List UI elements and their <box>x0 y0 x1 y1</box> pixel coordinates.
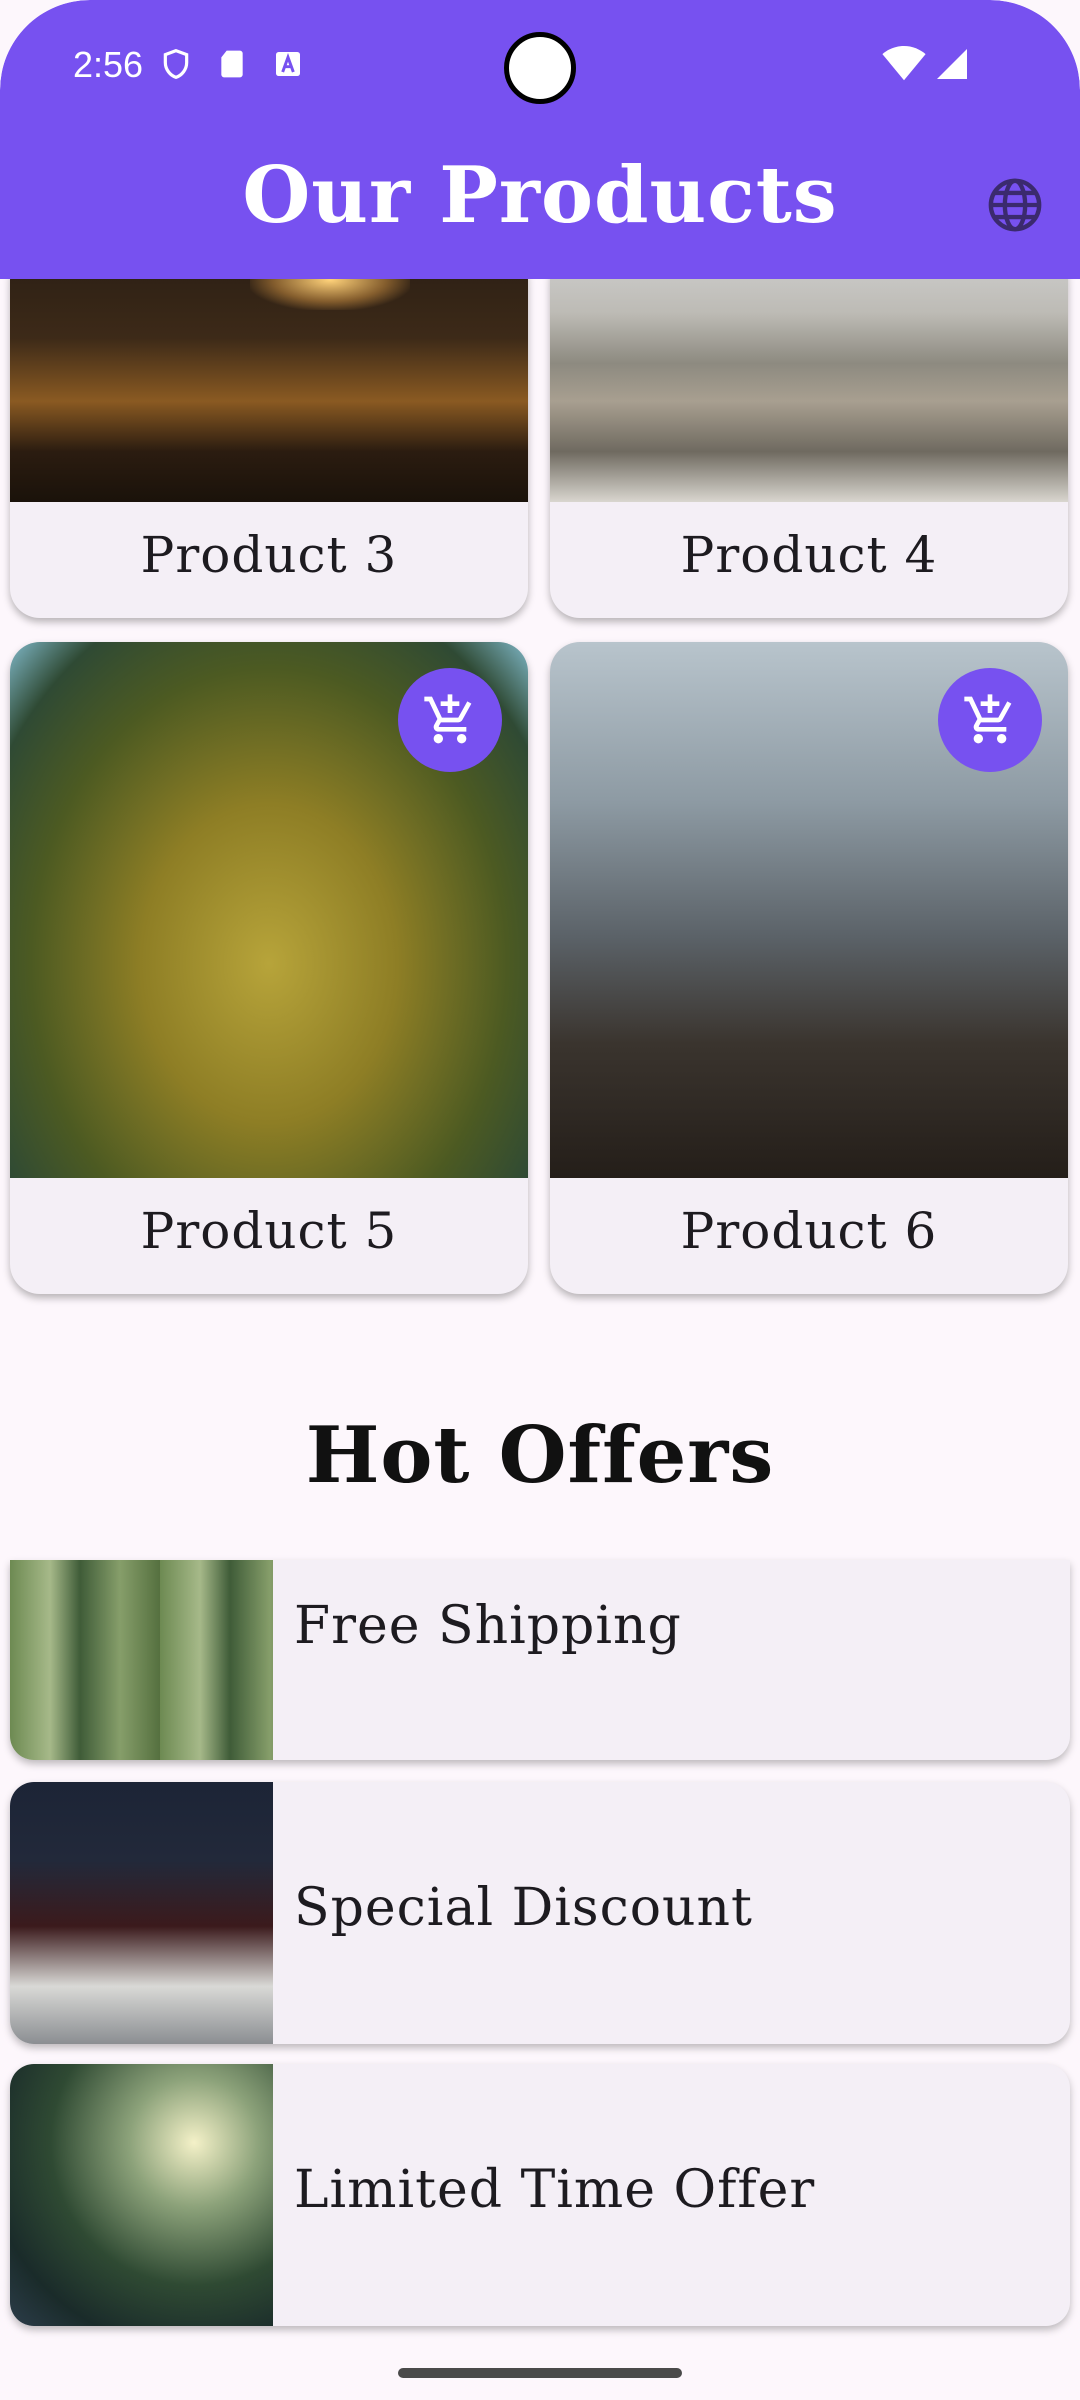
status-time: 2:56 <box>73 44 144 85</box>
camera-cutout <box>504 32 576 104</box>
offer-thumbnail <box>10 1560 273 1760</box>
home-indicator[interactable] <box>398 2368 682 2378</box>
offer-item[interactable]: Limited Time Offer <box>10 2064 1070 2326</box>
product-label: Product 5 <box>140 1202 398 1260</box>
font-a-icon <box>276 52 300 76</box>
product-image <box>10 250 528 502</box>
screen: Product 3 Product 4 Product 5 Product 6 … <box>0 0 1080 2400</box>
product-card-6[interactable]: Product 6 <box>550 642 1068 1294</box>
add-to-cart-button[interactable] <box>398 668 502 772</box>
wifi-icon <box>882 46 926 81</box>
section-title: Hot Offers <box>305 1410 775 1501</box>
add-to-cart-button[interactable] <box>938 668 1042 772</box>
offer-label: Free Shipping <box>294 1596 682 1656</box>
offer-thumbnail <box>10 2064 273 2326</box>
product-card-5[interactable]: Product 5 <box>10 642 528 1294</box>
app-bar: 2:56 Our Products <box>0 0 1080 279</box>
product-card-4[interactable]: Product 4 <box>550 250 1068 618</box>
sd-card-icon <box>221 50 243 78</box>
product-label: Product 4 <box>680 526 938 584</box>
offer-label: Special Discount <box>294 1878 753 1938</box>
add-shopping-cart-icon <box>964 694 1012 744</box>
status-icons <box>160 46 304 82</box>
product-label: Product 6 <box>680 1202 938 1260</box>
shield-icon <box>163 48 189 80</box>
add-shopping-cart-icon <box>424 694 472 744</box>
offer-item[interactable]: Free Shipping <box>10 1560 1070 1760</box>
status-icons-right <box>882 46 970 82</box>
product-image <box>550 250 1068 502</box>
offer-label: Limited Time Offer <box>294 2160 816 2220</box>
page-title: Our Products <box>242 150 838 241</box>
offer-thumbnail <box>10 1782 273 2044</box>
globe-icon[interactable] <box>986 176 1044 234</box>
offer-item[interactable]: Special Discount <box>10 1782 1070 2044</box>
signal-icon <box>937 49 967 79</box>
product-card-3[interactable]: Product 3 <box>10 250 528 618</box>
product-label: Product 3 <box>140 526 398 584</box>
